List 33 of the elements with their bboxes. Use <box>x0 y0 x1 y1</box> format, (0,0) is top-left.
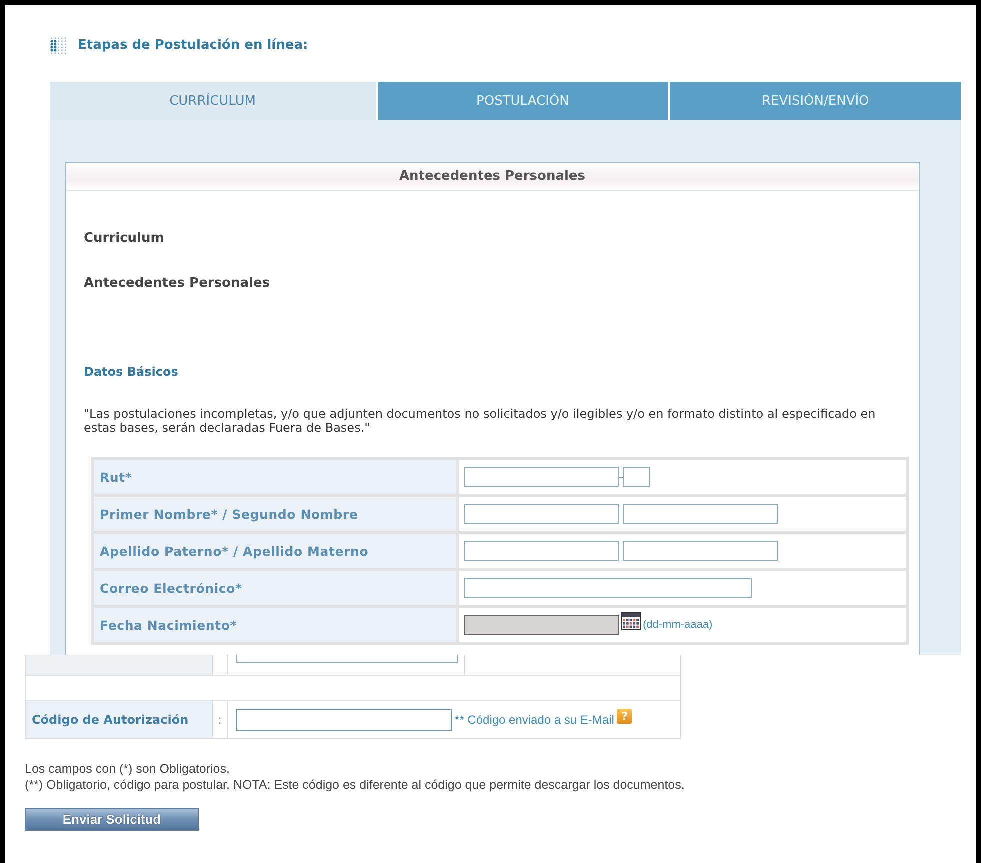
text-field[interactable] <box>464 578 752 598</box>
colon-separator: : <box>213 701 228 738</box>
step-tab[interactable]: CURRÍCULUM <box>50 82 376 120</box>
field-label: Apellido Paterno* / Apellido Materno <box>94 534 456 568</box>
field-label: Primer Nombre* / Segundo Nombre <box>94 497 456 531</box>
text-field[interactable] <box>623 504 778 524</box>
text-field[interactable] <box>623 467 650 487</box>
section-heading: Curriculum <box>84 231 166 246</box>
calendar-icon[interactable] <box>621 612 641 630</box>
field-label: Fecha Nacimiento* <box>94 608 456 642</box>
text-field[interactable] <box>464 541 619 561</box>
step-tab[interactable]: POSTULACIÓN <box>378 82 668 120</box>
format-hint: (dd-mm-aaaa) <box>643 619 713 631</box>
subsection-title: Datos Básicos <box>84 365 180 379</box>
field-label: Rut* <box>94 460 456 494</box>
help-icon[interactable]: ? <box>617 709 632 724</box>
section-header: Antecedentes Personales <box>66 163 919 191</box>
section-heading: Antecedentes Personales <box>84 276 272 291</box>
code-hint: ** Código enviado a su E-Mail <box>455 712 614 726</box>
step-tab[interactable]: REVISIÓN/ENVÍO <box>670 82 961 120</box>
dots-icon <box>50 36 68 54</box>
notice-text: "Las postulaciones incompletas, y/o que adjunten documentos no solicitados y/o ilegibles y/o en formato distinto al especificado en estas bases, serán declaradas Fuera de Bases." <box>84 407 877 435</box>
text-field[interactable] <box>236 655 458 663</box>
field-label: Correo Electrónico* <box>94 571 456 605</box>
note-text: (**) Obligatorio, código para postular. NOTA: Este código es diferente al código que permite descargar los documentos. <box>25 777 686 793</box>
auth-code-field[interactable] <box>236 708 452 730</box>
field-label: Código de Autorización <box>26 701 213 738</box>
page-title: Etapas de Postulación en línea: <box>78 38 308 53</box>
note-text: Los campos con (*) son Obligatorios. <box>25 761 231 777</box>
text-field[interactable] <box>623 541 778 561</box>
text-field[interactable] <box>464 504 619 524</box>
submit-button[interactable]: Enviar Solicitud <box>25 808 199 831</box>
text-field[interactable] <box>464 467 619 487</box>
